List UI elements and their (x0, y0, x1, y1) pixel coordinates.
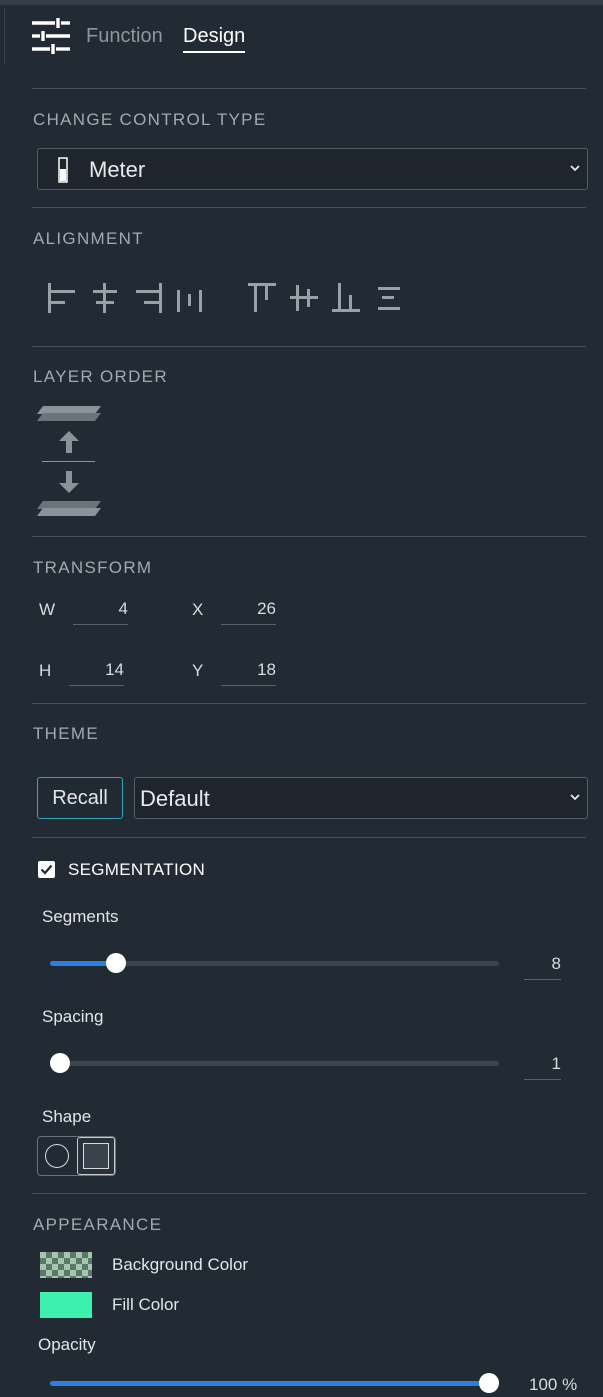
fill-color-label: Fill Color (112, 1295, 180, 1314)
x-label: X (192, 600, 204, 619)
segmentation-checkbox[interactable] (38, 861, 55, 878)
align-center-vertical-icon[interactable] (288, 282, 322, 314)
opacity-slider-fill (50, 1381, 489, 1386)
width-label: W (39, 600, 56, 619)
control-type-select[interactable]: Meter (37, 148, 588, 190)
section-title-layer-order: LAYER ORDER (33, 367, 168, 386)
checkmark-icon (40, 864, 53, 875)
send-backward-icon[interactable] (55, 470, 83, 494)
spacing-value[interactable]: 1 (524, 1054, 561, 1080)
segments-slider-thumb[interactable] (106, 953, 126, 973)
x-input[interactable]: 26 (221, 599, 276, 625)
theme-value: Default (140, 786, 210, 811)
tab-design-underline (183, 51, 245, 53)
chevron-down-icon (570, 165, 580, 172)
chevron-down-icon (570, 794, 580, 801)
align-center-horizontal-icon[interactable] (88, 282, 122, 314)
section-title-appearance: APPEARANCE (33, 1215, 163, 1234)
align-bottom-icon[interactable] (330, 282, 364, 314)
section-title-theme: THEME (33, 724, 99, 743)
top-bar (0, 0, 603, 5)
meter-icon (58, 157, 68, 183)
shape-selector (37, 1136, 116, 1176)
spacing-label: Spacing (42, 1007, 104, 1026)
opacity-value[interactable]: 100 % (529, 1375, 577, 1395)
divider (32, 1193, 586, 1194)
segmentation-title: SEGMENTATION (68, 860, 206, 879)
opacity-label: Opacity (38, 1335, 96, 1354)
divider (32, 207, 586, 208)
y-label: Y (192, 661, 204, 680)
recall-button[interactable]: Recall (37, 777, 123, 819)
divider (32, 837, 586, 838)
align-top-icon[interactable] (246, 282, 280, 314)
segments-label: Segments (42, 907, 119, 926)
panel-edge (4, 8, 5, 64)
sliders-icon[interactable] (30, 17, 72, 55)
background-color-swatch[interactable] (40, 1252, 92, 1278)
control-type-value: Meter (89, 157, 146, 182)
y-input[interactable]: 18 (221, 660, 276, 686)
background-color-label: Background Color (112, 1255, 249, 1274)
send-to-back-icon[interactable] (35, 499, 103, 519)
section-title-change-control-type: CHANGE CONTROL TYPE (33, 110, 267, 129)
layer-order-separator (42, 461, 95, 462)
spacing-slider-thumb[interactable] (50, 1053, 70, 1073)
height-input[interactable]: 14 (69, 660, 124, 686)
fill-color-swatch[interactable] (40, 1292, 92, 1318)
bring-to-front-icon[interactable] (35, 404, 103, 424)
shape-circle-option[interactable] (45, 1144, 69, 1168)
divider (32, 346, 586, 347)
opacity-slider[interactable] (50, 1373, 499, 1393)
section-title-alignment: ALIGNMENT (33, 229, 144, 248)
distribute-horizontal-icon[interactable] (172, 282, 206, 314)
opacity-slider-thumb[interactable] (479, 1373, 499, 1393)
tab-function[interactable]: Function (86, 25, 163, 48)
width-input[interactable]: 4 (73, 599, 128, 625)
section-title-transform: TRANSFORM (33, 558, 153, 577)
tab-design[interactable]: Design (183, 25, 245, 48)
segments-slider[interactable] (50, 953, 499, 973)
spacing-slider[interactable] (50, 1053, 499, 1073)
square-icon (83, 1143, 109, 1169)
distribute-vertical-icon[interactable] (372, 282, 406, 314)
align-left-icon[interactable] (46, 282, 80, 314)
bring-forward-icon[interactable] (55, 430, 83, 454)
divider (32, 703, 586, 704)
align-right-icon[interactable] (130, 282, 164, 314)
divider (32, 536, 586, 537)
theme-select[interactable]: Default (134, 777, 588, 819)
height-label: H (39, 661, 52, 680)
divider (32, 88, 586, 89)
shape-label: Shape (42, 1107, 92, 1126)
shape-square-option[interactable] (77, 1137, 115, 1175)
segments-value[interactable]: 8 (524, 954, 561, 980)
